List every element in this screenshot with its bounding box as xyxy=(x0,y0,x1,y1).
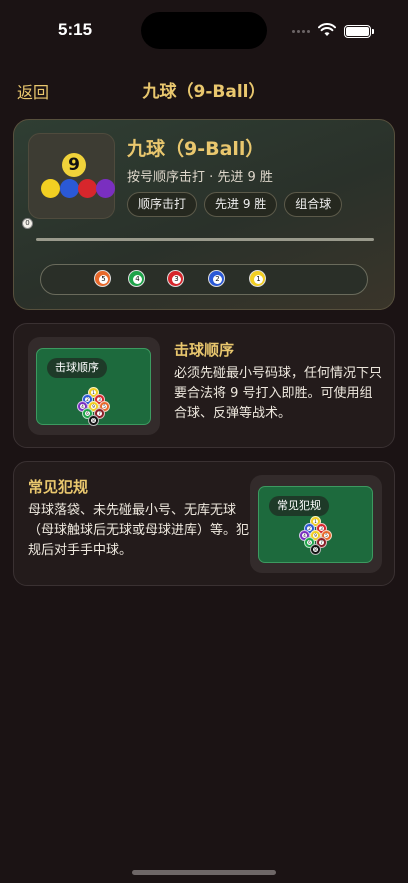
table-label: 常见犯规 xyxy=(269,496,329,516)
card-title: 击球顺序 xyxy=(174,341,235,359)
pool-table-illustration: 常见犯规 123495678 xyxy=(258,486,373,563)
nine-ball: 9 xyxy=(62,153,86,177)
rail-ball-1: 1 xyxy=(249,270,266,287)
nine-ball-icon: 9 xyxy=(28,133,115,219)
ball-rail: 5 4 3 2 1 xyxy=(40,264,368,295)
table-thumbnail: 击球顺序 123495678 xyxy=(28,337,160,435)
wifi-icon xyxy=(318,23,336,36)
table-label: 击球顺序 xyxy=(47,358,107,378)
icon-ball-blue xyxy=(60,179,79,198)
cue-ball-number: 0 xyxy=(25,219,30,227)
cue-ball-icon: 0 xyxy=(22,218,33,229)
tag-chip: 顺序击打 xyxy=(127,192,198,217)
page-title: 九球（9-Ball） xyxy=(142,82,266,102)
icon-ball-purple xyxy=(96,179,115,198)
rail-ball-2: 2 xyxy=(208,270,225,287)
rail-ball-3: 3 xyxy=(167,270,184,287)
rail-ball-4: 4 xyxy=(128,270,145,287)
hero-subtitle: 按号顺序击打 · 先进 9 胜 xyxy=(127,170,273,185)
icon-ball-yellow xyxy=(41,179,60,198)
status-time: 5:15 xyxy=(58,20,93,39)
nav-bar: 返回 九球（9-Ball） xyxy=(0,76,408,104)
tag-list: 顺序击打 先进 9 胜 组合球 xyxy=(127,192,343,217)
hero-title: 九球（9-Ball） xyxy=(127,138,265,160)
rail-ball-5: 5 xyxy=(94,270,111,287)
battery-icon xyxy=(344,25,374,38)
cue-stick xyxy=(36,238,374,241)
game-overview-card: 9 0 九球（9-Ball） 按号顺序击打 · 先进 9 胜 顺序击打 先进 9… xyxy=(13,119,395,310)
table-thumbnail: 常见犯规 123495678 xyxy=(250,475,382,573)
nine-ball-number: 9 xyxy=(68,155,80,175)
rack-ball-8: 8 xyxy=(310,544,321,555)
rule-card-shot-order: 击球顺序 123495678 击球顺序 必须先碰最小号码球，任何情况下只要合法将… xyxy=(13,323,395,448)
cellular-signal-icon xyxy=(292,30,310,33)
pool-table-illustration: 击球顺序 123495678 xyxy=(36,348,151,426)
home-indicator xyxy=(132,870,276,875)
icon-ball-red xyxy=(78,179,97,198)
card-body: 母球落袋、未先碰最小号、无库无球（母球触球后无球或母球进库）等。犯规后对手手中球… xyxy=(28,503,250,558)
card-body: 必须先碰最小号码球，任何情况下只要合法将 9 号打入即胜。可使用组合球、反弹等战… xyxy=(174,366,383,421)
tag-chip: 组合球 xyxy=(284,192,343,217)
tag-chip: 先进 9 胜 xyxy=(204,192,278,217)
rack-ball-8: 8 xyxy=(88,415,99,426)
dynamic-island xyxy=(141,12,267,49)
status-bar: 5:15 xyxy=(0,0,408,60)
card-title: 常见犯规 xyxy=(28,478,89,496)
rule-card-fouls: 常见犯规 母球落袋、未先碰最小号、无库无球（母球触球后无球或母球进库）等。犯规后… xyxy=(13,461,395,586)
